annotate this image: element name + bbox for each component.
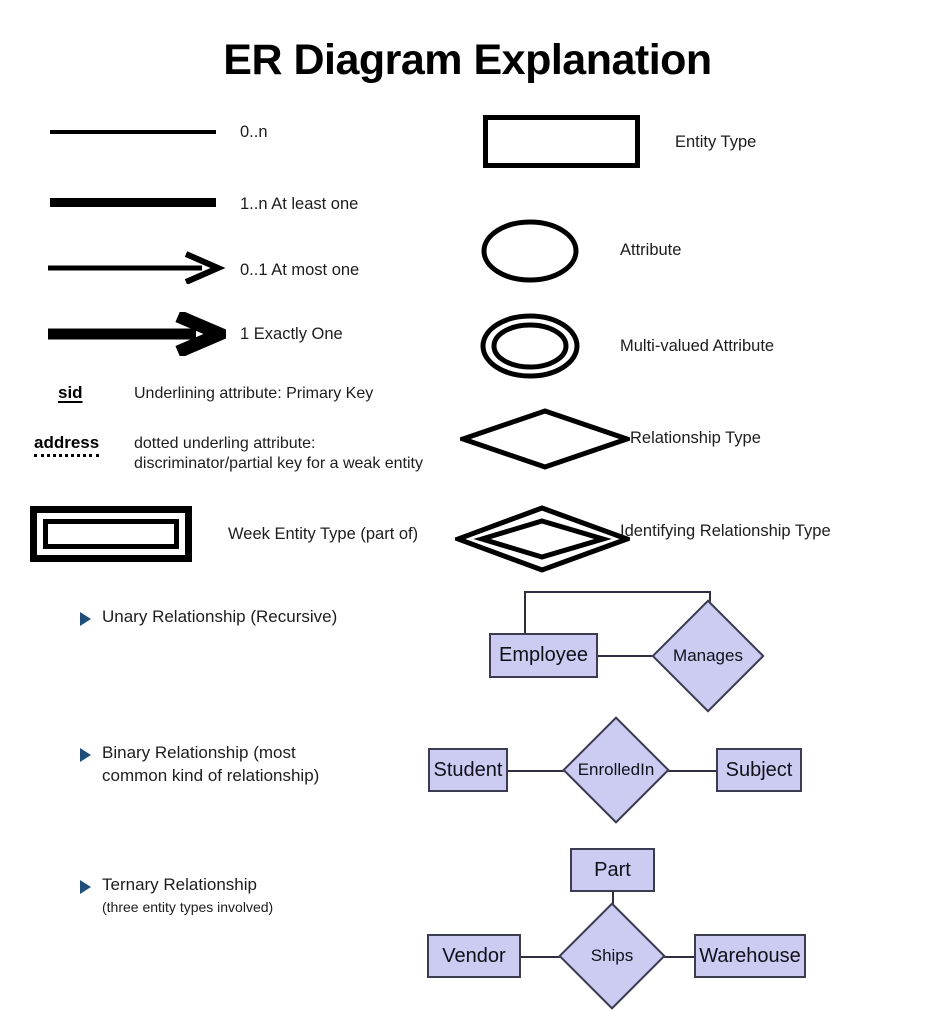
multivalued-attribute-symbol: [480, 313, 580, 379]
relationship-type-symbol: [460, 408, 630, 470]
cardinality-label-0-n: 0..n: [240, 123, 268, 141]
entity-type-label: Entity Type: [675, 133, 757, 151]
unary-loop-left-segment: [524, 591, 526, 636]
relationship-node-ships[interactable]: Ships: [558, 902, 666, 1010]
primary-key-sample-word: sid: [58, 383, 83, 402]
identifying-relationship-symbol: [455, 505, 630, 573]
page-title: ER Diagram Explanation: [223, 36, 712, 84]
entity-node-student[interactable]: Student: [428, 748, 508, 792]
weak-entity-symbol: [30, 506, 192, 562]
er-diagram-explanation-page: ER Diagram Explanation 0..n 1..n At leas…: [0, 0, 935, 1028]
primary-key-description: Underlining attribute: Primary Key: [134, 385, 374, 402]
identifying-relationship-label: Identifying Relationship Type: [620, 522, 831, 540]
cardinality-label-0-1: 0..1 At most one: [240, 261, 360, 279]
weak-entity-inner-rect: [43, 519, 179, 549]
bullet-binary-label: Binary Relationship (most common kind of…: [102, 743, 320, 785]
entity-node-warehouse[interactable]: Warehouse: [694, 934, 806, 978]
entity-type-symbol: [483, 115, 640, 168]
attribute-symbol: [481, 219, 579, 283]
triangle-bullet-icon: [80, 748, 91, 762]
relationship-node-manages[interactable]: Manages: [651, 599, 765, 713]
cardinality-label-1-exactly-one: 1 Exactly One: [240, 325, 343, 343]
attribute-label: Attribute: [620, 241, 682, 259]
unary-loop-top-segment: [524, 591, 711, 593]
manages-label: Manages: [673, 646, 743, 665]
bullet-ternary-sublabel: (three entity types involved): [102, 899, 274, 915]
cardinality-label-1-n: 1..n At least one: [240, 195, 359, 213]
entity-node-subject[interactable]: Subject: [716, 748, 802, 792]
partial-key-description: dotted underling attribute: discriminato…: [134, 435, 423, 472]
triangle-bullet-icon: [80, 880, 91, 894]
thin-arrow-symbol: [48, 251, 226, 284]
thick-arrow-symbol: [48, 312, 226, 356]
ships-label: Ships: [590, 946, 634, 965]
relationship-node-enrolledin[interactable]: EnrolledIn: [562, 716, 670, 824]
bullet-ternary-label: Ternary Relationship: [102, 875, 257, 894]
enrolledin-label: EnrolledIn: [577, 760, 655, 779]
partial-key-sample-word: address: [34, 433, 100, 457]
relationship-type-label: Relationship Type: [630, 429, 761, 447]
thick-line-symbol: [50, 198, 216, 207]
weak-entity-label: Week Entity Type (part of): [228, 525, 419, 543]
multivalued-attribute-label: Multi-valued Attribute: [620, 337, 775, 355]
bullet-unary-label: Unary Relationship (Recursive): [102, 607, 338, 626]
thin-line-symbol: [50, 130, 216, 134]
entity-node-part[interactable]: Part: [570, 848, 655, 892]
entity-node-vendor[interactable]: Vendor: [427, 934, 521, 978]
entity-node-employee[interactable]: Employee: [489, 633, 598, 678]
triangle-bullet-icon: [80, 612, 91, 626]
